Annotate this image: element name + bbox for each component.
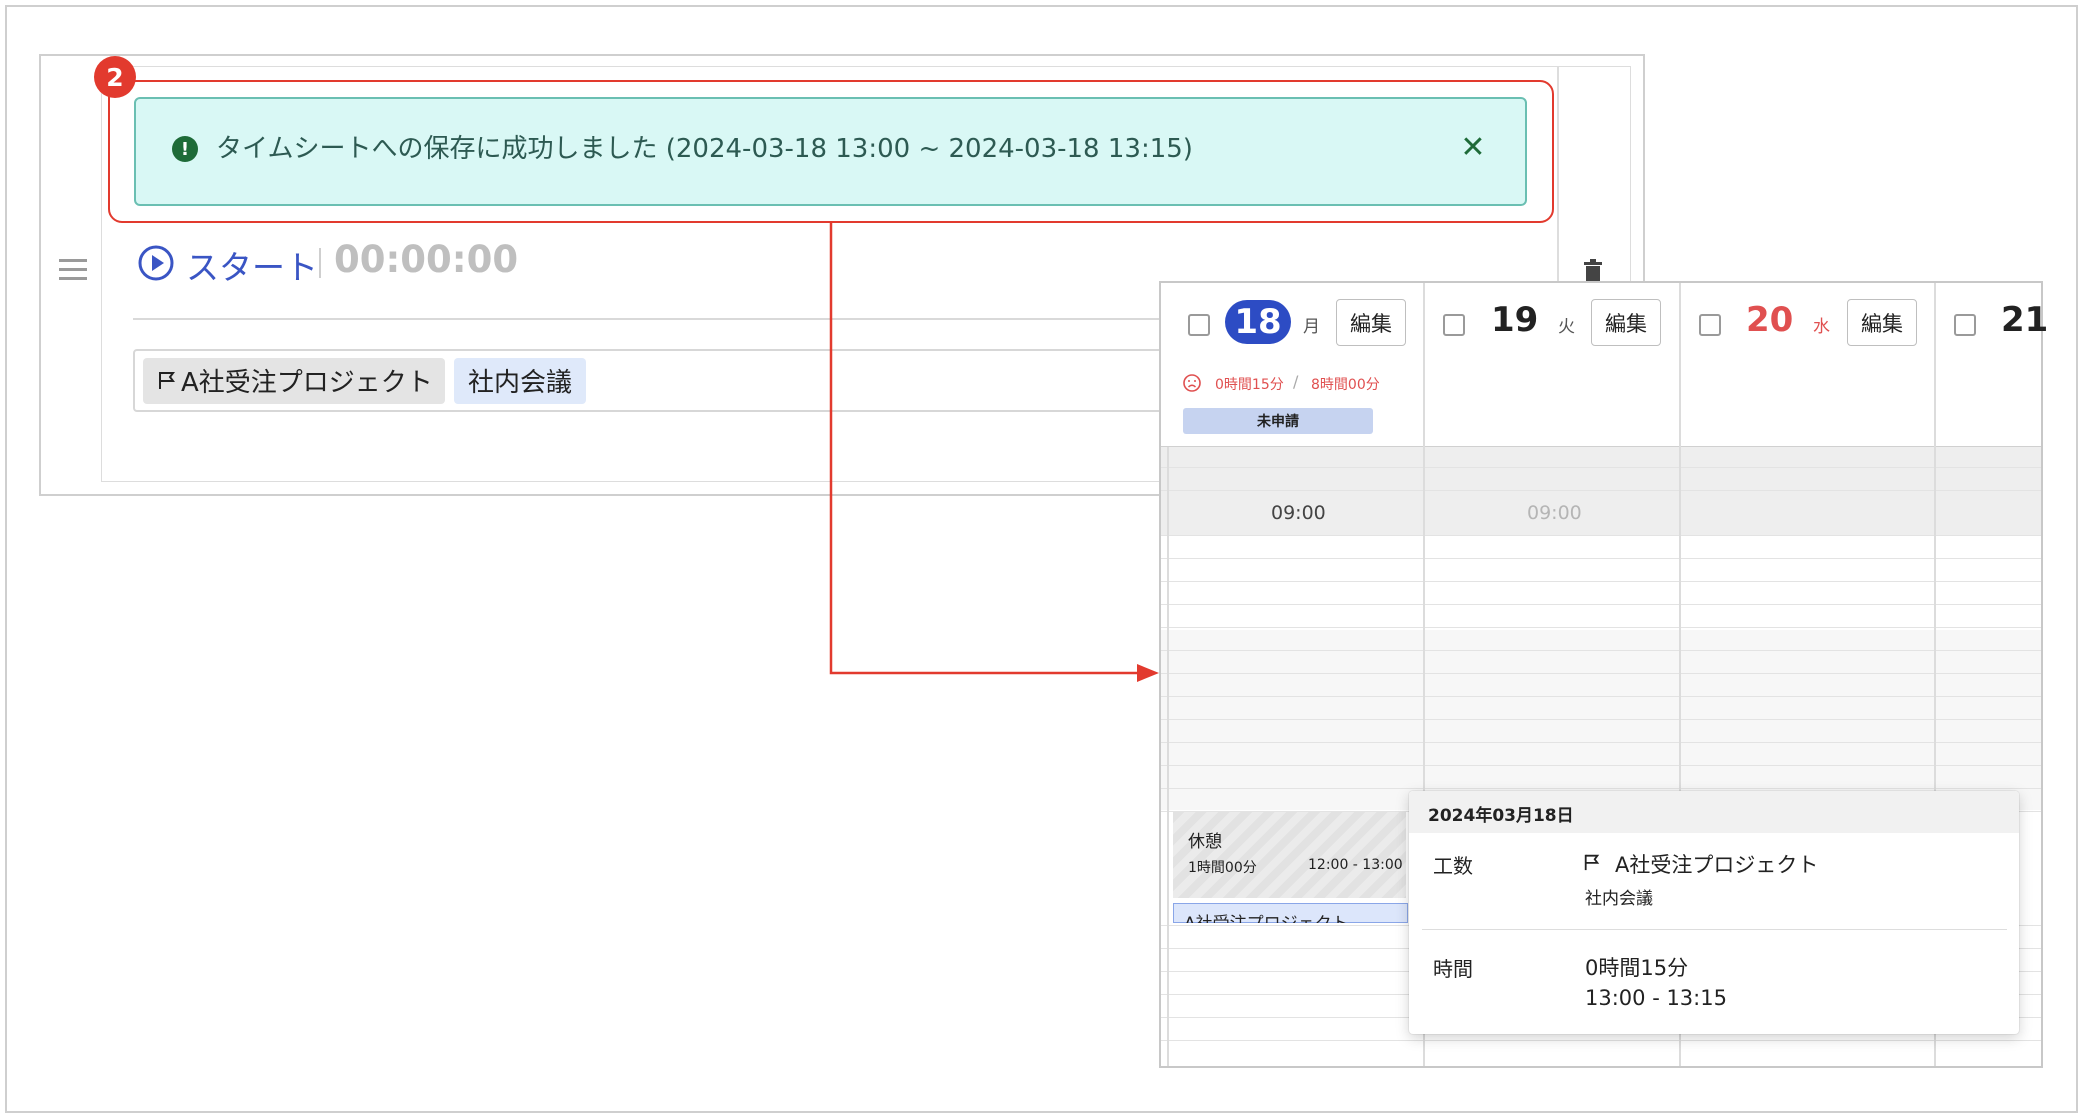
day-21-number[interactable]: 21 (2001, 300, 2048, 340)
grid-line (1161, 719, 2041, 720)
time-entry-title: A社受注プロジェクト (1184, 909, 1349, 923)
day-20-weekday: 水 (1813, 317, 1830, 337)
grid-line (1161, 467, 2041, 468)
grid-line (1161, 490, 2041, 491)
grid-area (1161, 630, 2041, 810)
break-duration: 1時間00分 (1188, 860, 1257, 876)
play-icon[interactable] (137, 244, 175, 282)
work-label: 工数 (1433, 854, 1473, 878)
day-18-checkbox[interactable] (1188, 314, 1210, 336)
day-18-edit-button[interactable]: 編集 (1336, 299, 1406, 346)
grid-line (1161, 696, 2041, 697)
flag-icon (1584, 854, 1600, 871)
break-title: 休憩 (1188, 832, 1222, 852)
elapsed-time: 00:00:00 (334, 238, 519, 281)
grid-line (1161, 1040, 2041, 1041)
drag-handle-icon[interactable] (59, 259, 87, 285)
grid-line (1161, 604, 2041, 605)
required-hours: 8時間00分 (1311, 377, 1380, 393)
grid-line (1161, 742, 2041, 743)
project-tag-label: A社受注プロジェクト (181, 368, 433, 398)
sad-face-icon (1183, 374, 1201, 392)
step-badge: 2 (94, 56, 136, 98)
break-range: 12:00 - 13:00 (1308, 857, 1403, 873)
flag-icon (159, 372, 175, 389)
day-19-number[interactable]: 19 (1491, 300, 1538, 340)
popup-task: 社内会議 (1585, 889, 1653, 909)
day-19-weekday: 火 (1558, 317, 1575, 337)
day-18-weekday: 月 (1303, 317, 1320, 337)
task-tag-label: 社内会議 (468, 368, 573, 398)
alert-circle-icon: ! (172, 136, 198, 162)
popup-range: 13:00 - 13:15 (1585, 986, 1727, 1010)
grid-line (1161, 627, 2041, 628)
day-20-checkbox[interactable] (1699, 314, 1721, 336)
grid-line (1161, 558, 2041, 559)
popup-duration: 0時間15分 (1585, 956, 1689, 980)
grid-line (1161, 535, 2041, 536)
close-icon[interactable]: ✕ (1458, 133, 1488, 163)
start-button[interactable]: スタート (186, 241, 318, 289)
time-label: 09:00 (1527, 502, 1582, 524)
column-line (1167, 447, 1169, 1066)
timer-separator (319, 248, 321, 278)
grid-line (1161, 581, 2041, 582)
grid-line (1161, 446, 2041, 447)
day-18-number[interactable]: 18 (1225, 300, 1291, 344)
grid-line (1161, 650, 2041, 651)
day-20-number[interactable]: 20 (1746, 300, 1793, 340)
time-label: 09:00 (1271, 502, 1326, 524)
recorded-hours: 0時間15分 (1215, 377, 1284, 393)
grid-line (1161, 765, 2041, 766)
day-20-edit-button[interactable]: 編集 (1847, 299, 1917, 346)
grid-line (1161, 673, 2041, 674)
day-19-checkbox[interactable] (1443, 314, 1465, 336)
popup-divider (1422, 929, 2007, 930)
day-21-checkbox[interactable] (1954, 314, 1976, 336)
grid-line (1161, 788, 2041, 789)
break-block[interactable] (1173, 812, 1406, 898)
status-separator: / (1293, 372, 1299, 391)
popup-project: A社受注プロジェクト (1615, 853, 1819, 877)
popup-date: 2024年03月18日 (1428, 806, 1574, 826)
day-19-edit-button[interactable]: 編集 (1591, 299, 1661, 346)
time-label-heading: 時間 (1433, 957, 1473, 981)
toast-message: タイムシートへの保存に成功しました (2024-03-18 13:00 ~ 20… (216, 134, 1193, 164)
application-status-badge: 未申請 (1183, 408, 1373, 434)
